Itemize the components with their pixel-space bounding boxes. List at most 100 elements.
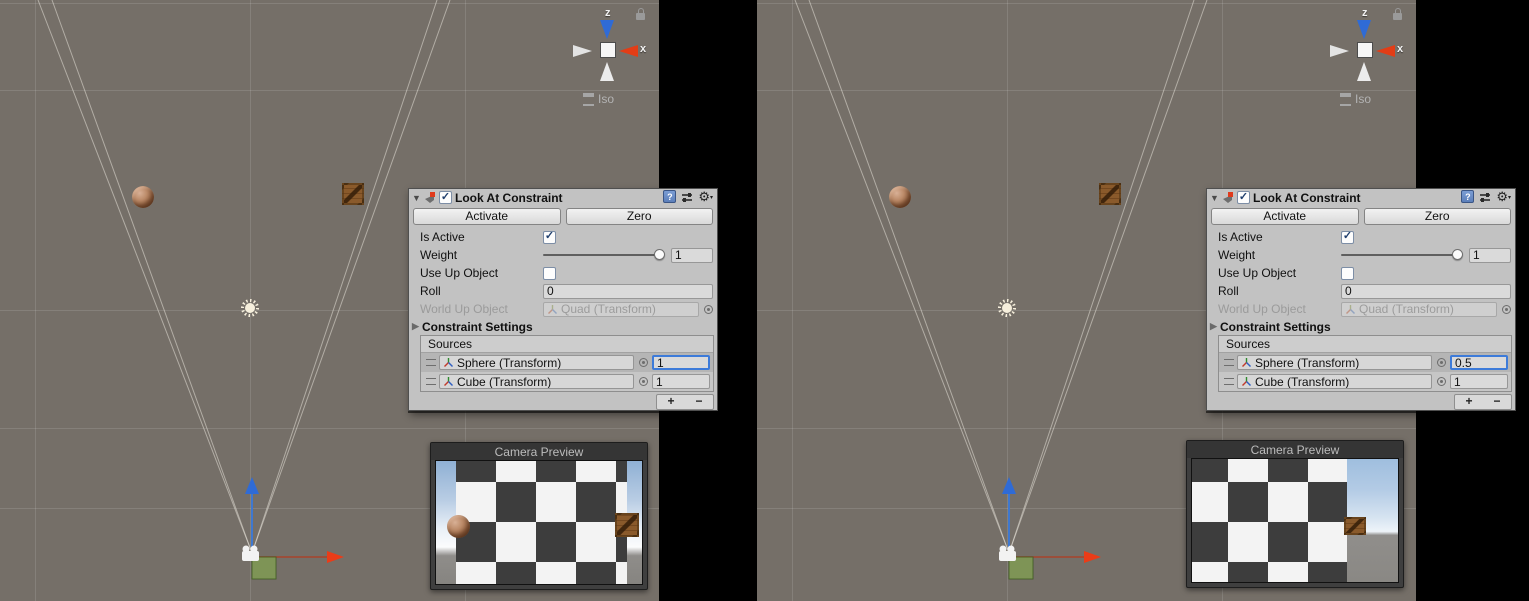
source-weight-field[interactable]	[652, 374, 710, 389]
source-object-field[interactable]: Sphere (Transform)	[1237, 355, 1432, 370]
neg-axis-cone-icon[interactable]	[600, 62, 614, 81]
cube-object[interactable]	[1099, 183, 1121, 205]
constraint-component-icon	[423, 191, 436, 204]
transform-icon	[547, 304, 558, 315]
constraint-settings-foldout[interactable]: ▶ Constraint Settings	[1207, 318, 1515, 335]
weight-slider[interactable]	[543, 254, 661, 256]
camera-preview-title: Camera Preview	[431, 443, 647, 460]
activate-button[interactable]: Activate	[413, 208, 561, 225]
constraint-settings-foldout[interactable]: ▶ Constraint Settings	[409, 318, 717, 335]
sources-footer: + −	[409, 392, 717, 410]
neg-axis-cone-icon[interactable]	[1357, 62, 1371, 81]
component-enabled-checkbox[interactable]: ✓	[1237, 191, 1250, 204]
source-weight-field[interactable]	[652, 355, 710, 370]
object-picker-icon[interactable]	[704, 305, 713, 314]
orientation-gizmo[interactable]: z x Iso	[1327, 5, 1416, 107]
presets-icon[interactable]	[681, 191, 693, 203]
world-up-object-field[interactable]: Quad (Transform)	[543, 302, 699, 317]
remove-source-button[interactable]: −	[1483, 395, 1511, 409]
sphere-object[interactable]	[132, 186, 154, 208]
source-object-field[interactable]: Sphere (Transform)	[439, 355, 634, 370]
constraint-component-icon	[1221, 191, 1234, 204]
gear-icon[interactable]: ⚙▾	[1496, 190, 1511, 203]
source-weight-field[interactable]	[1450, 355, 1508, 370]
roll-field[interactable]	[1341, 284, 1511, 299]
sources-footer: + −	[1207, 392, 1515, 410]
lock-icon[interactable]	[1393, 13, 1402, 20]
object-picker-icon[interactable]	[639, 358, 648, 367]
gear-icon[interactable]: ⚙▾	[698, 190, 713, 203]
gizmo-x-label: x	[1397, 43, 1403, 55]
object-picker-icon[interactable]	[1437, 358, 1446, 367]
weight-slider[interactable]	[1341, 254, 1459, 256]
source-object-field[interactable]: Cube (Transform)	[1237, 374, 1432, 389]
component-header: ▼ ✓ Look At Constraint ? ⚙▾	[409, 189, 717, 206]
source-object-field[interactable]: Cube (Transform)	[439, 374, 634, 389]
source-row-cube[interactable]: Cube (Transform)	[421, 372, 713, 391]
weight-label: Weight	[1218, 248, 1341, 262]
sources-list: Sources Sphere (Transform) Cube (Transfo…	[1218, 335, 1512, 392]
directional-light-icon[interactable]	[245, 303, 255, 313]
object-picker-icon[interactable]	[1437, 377, 1446, 386]
z-axis-cone-icon[interactable]	[1357, 20, 1371, 39]
gizmo-center-cube[interactable]	[600, 42, 616, 58]
add-source-button[interactable]: +	[1455, 395, 1483, 409]
projection-toggle[interactable]: Iso	[1340, 92, 1371, 106]
z-axis-cone-icon[interactable]	[600, 20, 614, 39]
zero-button[interactable]: Zero	[566, 208, 714, 225]
sphere-in-preview	[447, 515, 470, 538]
orientation-gizmo[interactable]: z x Iso	[570, 5, 659, 107]
component-title: Look At Constraint	[1253, 191, 1361, 205]
projection-toggle[interactable]: Iso	[583, 92, 614, 106]
camera-preview-left: Camera Preview	[430, 442, 648, 590]
gizmo-center-cube[interactable]	[1357, 42, 1373, 58]
foldout-open-icon[interactable]: ▼	[412, 193, 423, 203]
drag-handle-icon[interactable]	[423, 359, 439, 366]
source-row-sphere[interactable]: Sphere (Transform)	[1219, 353, 1511, 372]
is-active-checkbox[interactable]: ✓	[1341, 231, 1354, 244]
source-row-sphere[interactable]: Sphere (Transform)	[421, 353, 713, 372]
transform-icon	[1345, 304, 1356, 315]
object-picker-icon[interactable]	[1502, 305, 1511, 314]
presets-icon[interactable]	[1479, 191, 1491, 203]
drag-handle-icon[interactable]	[1221, 378, 1237, 385]
world-up-object-field[interactable]: Quad (Transform)	[1341, 302, 1497, 317]
roll-field[interactable]	[543, 284, 713, 299]
use-up-object-checkbox[interactable]	[543, 267, 556, 280]
activate-button[interactable]: Activate	[1211, 208, 1359, 225]
weight-value-field[interactable]	[1469, 248, 1511, 263]
slider-knob[interactable]	[1452, 249, 1463, 260]
roll-row: Roll	[1207, 282, 1515, 300]
weight-value-field[interactable]	[671, 248, 713, 263]
drag-handle-icon[interactable]	[423, 378, 439, 385]
camera-preview-image	[1191, 458, 1399, 583]
neg-axis-cone-icon[interactable]	[1330, 45, 1349, 57]
drag-handle-icon[interactable]	[1221, 359, 1237, 366]
foldout-closed-icon: ▶	[1210, 321, 1220, 332]
constraint-settings-label: Constraint Settings	[422, 320, 533, 334]
transform-icon	[1241, 357, 1252, 368]
lock-icon[interactable]	[636, 13, 645, 20]
use-up-object-label: Use Up Object	[420, 266, 543, 280]
source-weight-field[interactable]	[1450, 374, 1508, 389]
help-icon[interactable]: ?	[1461, 190, 1474, 203]
foldout-open-icon[interactable]: ▼	[1210, 193, 1221, 203]
x-axis-cone-icon[interactable]	[1376, 45, 1395, 57]
source-row-cube[interactable]: Cube (Transform)	[1219, 372, 1511, 391]
object-picker-icon[interactable]	[639, 377, 648, 386]
foldout-closed-icon: ▶	[412, 321, 422, 332]
zero-button[interactable]: Zero	[1364, 208, 1512, 225]
x-axis-cone-icon[interactable]	[619, 45, 638, 57]
neg-axis-cone-icon[interactable]	[573, 45, 592, 57]
add-source-button[interactable]: +	[657, 395, 685, 409]
component-enabled-checkbox[interactable]: ✓	[439, 191, 452, 204]
help-icon[interactable]: ?	[663, 190, 676, 203]
slider-knob[interactable]	[654, 249, 665, 260]
use-up-object-checkbox[interactable]	[1341, 267, 1354, 280]
remove-source-button[interactable]: −	[685, 395, 713, 409]
is-active-checkbox[interactable]: ✓	[543, 231, 556, 244]
cube-object[interactable]	[342, 183, 364, 205]
directional-light-icon[interactable]	[1002, 303, 1012, 313]
sphere-object[interactable]	[889, 186, 911, 208]
is-active-row: Is Active ✓	[1207, 228, 1515, 246]
